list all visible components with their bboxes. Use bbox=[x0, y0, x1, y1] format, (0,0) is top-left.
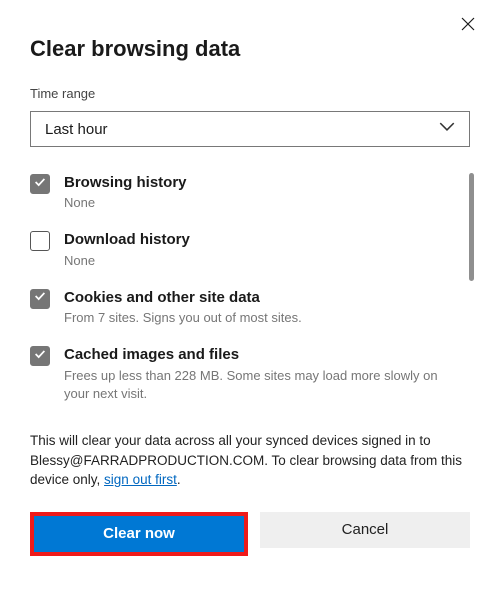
clear-now-button[interactable]: Clear now bbox=[34, 516, 244, 552]
cancel-button[interactable]: Cancel bbox=[260, 512, 470, 548]
time-range-value: Last hour bbox=[45, 121, 108, 138]
option-subtitle: Frees up less than 228 MB. Some sites ma… bbox=[64, 367, 446, 403]
checkbox-download-history[interactable] bbox=[30, 231, 50, 251]
clear-now-highlight: Clear now bbox=[30, 512, 248, 556]
checkbox-browsing-history[interactable] bbox=[30, 174, 50, 194]
sign-out-link[interactable]: sign out first bbox=[104, 472, 177, 487]
sync-warning-note: This will clear your data across all you… bbox=[30, 431, 470, 490]
check-icon bbox=[33, 289, 47, 308]
time-range-label: Time range bbox=[30, 86, 470, 101]
option-title: Browsing history bbox=[64, 173, 187, 193]
option-title: Cookies and other site data bbox=[64, 288, 302, 308]
close-icon bbox=[460, 16, 476, 37]
close-button[interactable] bbox=[458, 16, 478, 36]
option-subtitle: From 7 sites. Signs you out of most site… bbox=[64, 309, 302, 327]
scrollbar-thumb[interactable] bbox=[469, 173, 474, 281]
dialog-buttons: Clear now Cancel bbox=[30, 512, 470, 556]
option-title: Download history bbox=[64, 230, 190, 250]
option-browsing-history: Browsing history None bbox=[30, 173, 446, 212]
option-cookies: Cookies and other site data From 7 sites… bbox=[30, 288, 446, 327]
dialog-title: Clear browsing data bbox=[30, 36, 470, 62]
option-title: Cached images and files bbox=[64, 345, 446, 365]
note-text-pre: This will clear your data across all you… bbox=[30, 433, 462, 487]
note-text-post: . bbox=[177, 472, 181, 487]
time-range-select[interactable]: Last hour bbox=[30, 111, 470, 147]
option-download-history: Download history None bbox=[30, 230, 446, 269]
option-cached-images: Cached images and files Frees up less th… bbox=[30, 345, 446, 403]
option-subtitle: None bbox=[64, 194, 187, 212]
option-subtitle: None bbox=[64, 252, 190, 270]
check-icon bbox=[33, 347, 47, 366]
checkbox-cookies[interactable] bbox=[30, 289, 50, 309]
options-scroll-area: Browsing history None Download history N… bbox=[30, 173, 470, 403]
check-icon bbox=[33, 175, 47, 194]
checkbox-cached-images[interactable] bbox=[30, 346, 50, 366]
